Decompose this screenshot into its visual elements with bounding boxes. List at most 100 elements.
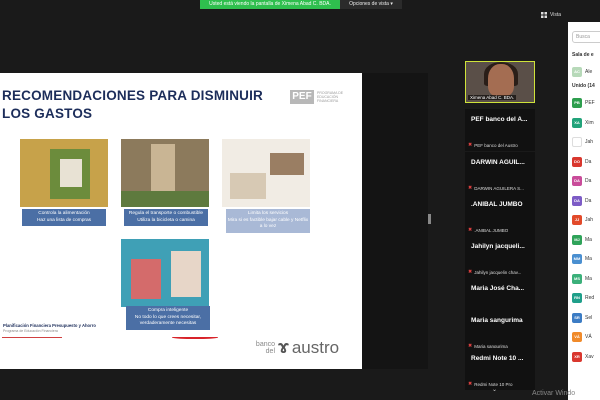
card-caption: Controla la alimentación Haz una lista de… (22, 209, 106, 226)
participant-name: Ale (585, 69, 593, 75)
participant-name: Da (585, 178, 592, 184)
tile-name: PEF banco del A... (471, 116, 528, 123)
participant-name: Ma (585, 256, 592, 262)
search-input[interactable]: Busca (572, 31, 600, 43)
participant-name: Xav (585, 353, 594, 360)
mic-muted-icon: ✖ (468, 269, 473, 275)
participant-name: VÁ (585, 334, 592, 340)
grid-icon (541, 12, 547, 18)
photo-shape (230, 173, 266, 199)
avatar: MS (572, 273, 582, 284)
mic-muted-icon: ✖ (468, 185, 473, 191)
participant-tile[interactable]: PEF banco del A... ✖ PEF banco del Austro (465, 109, 535, 151)
tile-label: ✖ .ANIBAL JUMBO (468, 227, 534, 233)
tile-sub-name: Jahilyn jacquelin chav... (474, 269, 522, 275)
active-speaker-tile[interactable]: Ximena Abad C. BDA. (465, 61, 535, 103)
avatar: DA (572, 176, 582, 186)
chevron-down-icon[interactable]: ⌄ (492, 386, 497, 393)
avatar: XA (572, 117, 582, 128)
chevron-down-icon: ▾ (390, 1, 393, 7)
participant-row[interactable]: XA Xim (572, 117, 594, 128)
photo-shape (270, 153, 304, 175)
photo-shape (121, 191, 209, 207)
tv-photo (222, 139, 310, 207)
avatar: RN (572, 293, 582, 303)
participant-row[interactable]: JJ Jah (572, 215, 593, 225)
avatar: DA (572, 195, 582, 206)
tile-name: Redmi Note 10 ... (471, 355, 524, 362)
participant-tile[interactable]: DARWIN AGUIL... ✖ DARWIN AGUILERA S... (465, 152, 535, 194)
tile-sub-name: .ANIBAL JUMBO (474, 227, 509, 233)
participant-row[interactable]: RN Red (572, 293, 594, 303)
view-options-label: Opciones de vista (349, 1, 389, 7)
avatar (572, 137, 582, 147)
slide-title: RECOMENDACIONES PARA DISMINUIR LOS GASTO… (2, 88, 264, 121)
participant-row[interactable]: VÁ VÁ (572, 332, 592, 342)
participant-row[interactable]: MS Ma (572, 273, 592, 284)
tile-name: .ANIBAL JUMBO (471, 201, 523, 208)
participant-row[interactable]: PB PEF (572, 98, 595, 108)
logo-mark: ɤ (278, 337, 289, 357)
card-caption: Compra inteligente No todo lo que crees n… (126, 306, 210, 330)
speaker-face (488, 64, 514, 96)
participant-name: Da (585, 158, 592, 165)
participant-row[interactable]: DA Da (572, 176, 591, 186)
participant-row[interactable]: MM Ma (572, 254, 592, 264)
joined-header[interactable]: Unido (14 (572, 83, 595, 89)
shared-slide: RECOMENDACIONES PARA DISMINUIR LOS GASTO… (0, 73, 362, 369)
tile-label: ✖ DARWIN AGUILERA S... (468, 185, 534, 191)
view-options-button[interactable]: Opciones de vista ▾ (340, 0, 402, 9)
mic-muted-icon: ✖ (468, 227, 473, 233)
slide-margin (362, 73, 428, 369)
footer-subtitle: Programa de Educación Financiera (3, 329, 58, 333)
tile-sub-name: PEF banco del Austro (474, 142, 518, 148)
participant-row[interactable]: DO Da (572, 156, 592, 167)
participant-row[interactable]: Jah (572, 137, 593, 147)
avatar: MJ (572, 234, 582, 245)
splitter-handle[interactable] (428, 214, 431, 224)
participant-row[interactable]: SR Sel (572, 312, 592, 323)
shopping-photo (121, 239, 209, 307)
pef-logo-text: PROGRAMA DE EDUCACIÓN FINANCIERA (317, 91, 344, 103)
participant-name: Red (585, 295, 595, 301)
photo-shape (151, 144, 175, 196)
mic-muted-icon: ✖ (468, 142, 473, 148)
participant-row[interactable]: XR Xav (572, 351, 594, 362)
participant-row[interactable]: MJ Ma (572, 234, 592, 245)
annotation-underline (172, 335, 218, 339)
bicycle-photo (121, 139, 209, 207)
participant-name: Ma (585, 275, 592, 282)
tile-label: ✖ PEF banco del Austro (468, 142, 534, 148)
tile-name: Maria sangurima (471, 317, 523, 324)
photo-shape (60, 159, 82, 187)
card-caption: Regula el transporte o combustible Utiliz… (124, 209, 208, 226)
participant-name: Ma (585, 236, 592, 243)
tile-name: Jahilyn jacqueli... (471, 243, 525, 250)
tile-sub-name: DARWIN AGUILERA S... (474, 185, 524, 191)
speaker-name: Ximena Abad C. BDA. (468, 95, 517, 100)
banco-del-austro-logo: banco del ɤ austro (253, 337, 339, 358)
card-caption: Limita los servicios Mira si es factible … (226, 209, 310, 233)
photo-shape (171, 251, 201, 297)
tile-label: ✖ Jahilyn jacquelin chav... (468, 269, 534, 275)
participant-tile[interactable]: Jahilyn jacqueli... ✖ Jahilyn jacquelin c… (465, 236, 535, 278)
footer-title: Planificación Financiera Presupuesto y A… (3, 323, 96, 328)
avatar: XR (572, 351, 582, 362)
participant-name: Jah (585, 217, 594, 223)
tile-name: Maria José Cha... (471, 285, 525, 292)
participant-tile[interactable]: Redmi Note 10 ... ✖ Redmi Note 10 Pro (465, 348, 535, 390)
avatar: VÁ (572, 332, 582, 342)
participant-row[interactable]: AC Ale (572, 67, 592, 77)
groceries-photo (20, 139, 108, 207)
logo-small-text: banco del (255, 340, 275, 355)
participant-row[interactable]: DA Da (572, 195, 591, 206)
view-button[interactable]: Vista (541, 12, 561, 18)
avatar: MM (572, 254, 582, 264)
view-button-label: Vista (550, 12, 562, 18)
participant-tile[interactable]: Maria sangurima ✖ Maria sangurima (465, 310, 535, 352)
slide-footer: Planificación Financiera Presupuesto y A… (3, 323, 96, 333)
search-placeholder: Busca (576, 34, 590, 40)
waiting-room-header[interactable]: Sala de e (572, 52, 594, 58)
sharing-notice: Usted está viendo la pantalla de Ximena … (200, 0, 340, 9)
participant-tile[interactable]: .ANIBAL JUMBO ✖ .ANIBAL JUMBO (465, 194, 535, 236)
